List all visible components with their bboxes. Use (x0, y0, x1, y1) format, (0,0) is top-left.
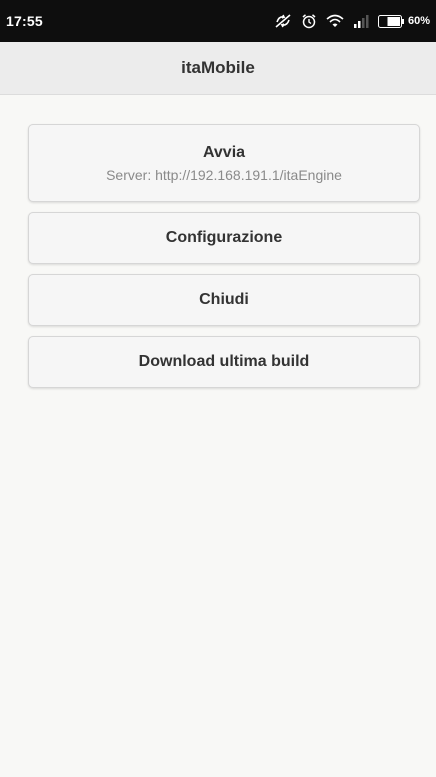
wifi-icon (326, 14, 344, 28)
status-bar: 17:55 60% (0, 0, 436, 42)
close-button[interactable]: Chiudi (28, 274, 420, 326)
battery: 60% (377, 14, 430, 28)
start-button[interactable]: Avvia Server: http://192.168.191.1/itaEn… (28, 124, 420, 202)
configuration-button-label: Configurazione (165, 229, 283, 246)
status-time: 17:55 (6, 13, 43, 29)
download-build-button[interactable]: Download ultima build (28, 336, 420, 388)
sync-disabled-icon (274, 13, 292, 29)
main-menu: Avvia Server: http://192.168.191.1/itaEn… (28, 124, 420, 398)
battery-icon (377, 14, 404, 28)
app-title: itaMobile (181, 58, 255, 77)
alarm-icon (301, 13, 317, 29)
start-button-label: Avvia (202, 143, 246, 161)
battery-percent: 60% (407, 15, 430, 27)
app-bar: itaMobile (0, 42, 436, 95)
signal-icon (353, 14, 369, 28)
server-address: Server: http://192.168.191.1/itaEngine (106, 166, 342, 183)
close-button-label: Chiudi (199, 291, 249, 308)
configuration-button[interactable]: Configurazione (28, 212, 420, 264)
download-build-button-label: Download ultima build (138, 353, 310, 370)
status-icons: 60% (274, 13, 430, 29)
